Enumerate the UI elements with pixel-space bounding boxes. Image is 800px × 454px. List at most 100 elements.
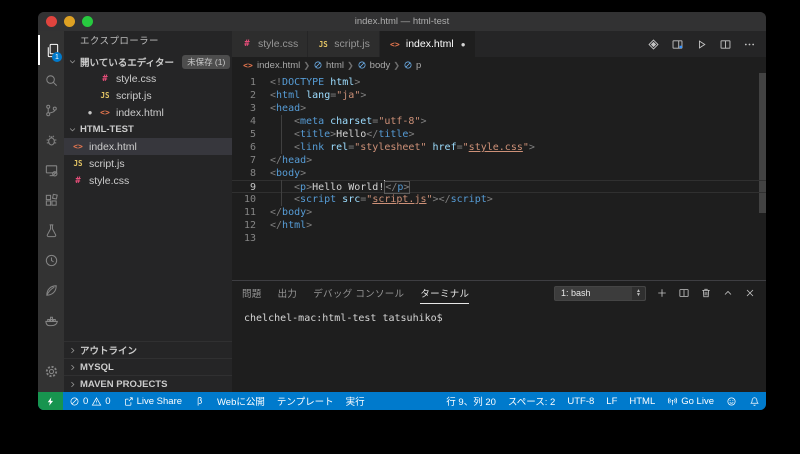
code-line-2[interactable]: 2<html lang="ja"> <box>232 89 766 102</box>
docker-icon <box>44 313 59 328</box>
maximize-panel-icon[interactable] <box>722 287 734 299</box>
bottom-panel: 問題出力デバッグ コンソールターミナル 1: bash ▲▼ chelchel-… <box>232 280 766 392</box>
activity-explorer[interactable]: 1 <box>38 35 64 65</box>
tree-index.html[interactable]: <>index.html <box>64 138 232 155</box>
matching-tag-highlight: </p> <box>385 182 409 193</box>
sidebar-section-アウトライン[interactable]: アウトライン <box>64 341 232 358</box>
activity-search[interactable] <box>38 65 64 95</box>
tab-style.css[interactable]: #style.css <box>232 31 308 57</box>
status-feedback[interactable] <box>720 392 743 410</box>
code-token <box>270 180 294 193</box>
status-live-share-status[interactable]: Live Share <box>117 392 188 410</box>
status-language-mode[interactable]: HTML <box>623 392 661 410</box>
sidebar-section-MAVEN PROJECTS[interactable]: MAVEN PROJECTS <box>64 375 232 392</box>
status-encoding[interactable]: UTF-8 <box>561 392 600 410</box>
kill-terminal-icon[interactable] <box>700 287 712 299</box>
activity-debug[interactable] <box>38 125 64 155</box>
status-label: HTML <box>629 396 655 407</box>
tree-script.js[interactable]: JSscript.js <box>64 155 232 172</box>
status-eol[interactable]: LF <box>600 392 623 410</box>
activity-live-server[interactable] <box>38 275 64 305</box>
code-line-5[interactable]: 5 <title>Hello</title> <box>232 128 766 141</box>
panel-tab-問題[interactable]: 問題 <box>242 282 262 304</box>
css-file-icon: # <box>99 74 111 84</box>
status-label: LF <box>606 396 617 407</box>
file-label: index.html <box>89 141 137 153</box>
breadcrumb-item-p[interactable]: p <box>403 60 421 71</box>
tree-style.css[interactable]: #style.css <box>64 172 232 189</box>
panel-tab-出力[interactable]: 出力 <box>278 282 298 304</box>
breadcrumb-item-body[interactable]: body <box>357 60 391 71</box>
open-editors-header[interactable]: 開いているエディター 未保存 (1) <box>64 53 232 70</box>
panel-tab-ターミナル[interactable]: ターミナル <box>420 282 469 304</box>
status-template-status[interactable]: テンプレート <box>271 392 340 410</box>
code-line-6[interactable]: 6 <link rel="stylesheet" href="style.css… <box>232 141 766 154</box>
status-remote-indicator[interactable] <box>38 392 63 410</box>
settings-gear-icon <box>44 364 59 379</box>
open-editor-script.js[interactable]: JSscript.js <box>64 87 232 104</box>
status-label: 0 <box>83 396 88 407</box>
code-line-12[interactable]: 12</html> <box>232 219 766 232</box>
code-line-11[interactable]: 11</body> <box>232 206 766 219</box>
breadcrumb-label: html <box>326 60 344 71</box>
tab-script.js[interactable]: JSscript.js <box>308 31 380 57</box>
js-file-icon: JS <box>72 159 84 168</box>
status-publish-web-status[interactable]: Webに公開 <box>211 392 271 410</box>
code-token: > <box>306 207 312 218</box>
status-notifications[interactable] <box>743 392 766 410</box>
prettier-icon[interactable] <box>647 38 660 51</box>
folder-header[interactable]: HTML-TEST <box>64 121 232 138</box>
code-token: html <box>282 220 306 231</box>
status-deploy-status[interactable] <box>188 392 211 410</box>
open-editor-index.html[interactable]: ●<>index.html <box>64 104 232 121</box>
breadcrumb-item-index.html[interactable]: <>index.html <box>242 60 300 71</box>
activity-docker[interactable] <box>38 305 64 335</box>
title-bar[interactable]: index.html — html-test <box>38 12 766 31</box>
activity-test-flask[interactable] <box>38 215 64 245</box>
add-terminal-icon[interactable] <box>656 287 668 299</box>
breadcrumb-item-html[interactable]: html <box>313 60 344 71</box>
open-editor-style.css[interactable]: #style.css <box>64 70 232 87</box>
code-token: style.css <box>469 142 523 153</box>
more-actions-icon[interactable] <box>743 38 756 51</box>
code-token: head <box>282 155 306 166</box>
code-token: <! <box>270 77 282 88</box>
open-preview-icon[interactable] <box>671 38 684 51</box>
split-terminal-icon[interactable] <box>678 287 690 299</box>
warning-icon <box>91 396 102 407</box>
activity-clock[interactable] <box>38 245 64 275</box>
activity-settings[interactable] <box>38 356 64 386</box>
code-token: > <box>408 129 414 140</box>
code-line-8[interactable]: 8<body> <box>232 167 766 180</box>
activity-remote-explorer[interactable] <box>38 155 64 185</box>
status-go-live[interactable]: Go Live <box>661 392 720 410</box>
code-editor[interactable]: 1<!DOCTYPE html>2<html lang="ja">3<head>… <box>232 73 766 280</box>
status-problems-status[interactable]: 00 <box>63 392 117 410</box>
run-icon[interactable] <box>695 38 708 51</box>
code-line-3[interactable]: 3<head> <box>232 102 766 115</box>
code-line-7[interactable]: 7</head> <box>232 154 766 167</box>
remote-icon <box>45 396 56 407</box>
close-panel-icon[interactable] <box>744 287 756 299</box>
code-line-13[interactable]: 13 <box>232 232 766 245</box>
code-line-4[interactable]: 4 <meta charset="utf-8"> <box>232 115 766 128</box>
sidebar-section-MYSQL[interactable]: MYSQL <box>64 358 232 375</box>
status-run-status[interactable]: 実行 <box>340 392 371 410</box>
panel-tab-デバッグ コンソール[interactable]: デバッグ コンソール <box>313 282 404 304</box>
shell-select[interactable]: 1: bash ▲▼ <box>554 286 646 301</box>
code-token: lang <box>300 90 330 101</box>
code-line-1[interactable]: 1<!DOCTYPE html> <box>232 76 766 89</box>
code-token: html <box>276 90 300 101</box>
tab-index.html[interactable]: <>index.html● <box>380 31 476 57</box>
modified-dot-icon[interactable]: ● <box>461 40 466 49</box>
split-editor-icon[interactable] <box>719 38 732 51</box>
status-indentation[interactable]: スペース: 2 <box>502 392 561 410</box>
activity-source-control[interactable] <box>38 95 64 125</box>
terminal-output[interactable]: chelchel-mac:html-test tatsuhiko$ <box>232 305 766 392</box>
status-cursor-position[interactable]: 行 9、列 20 <box>440 392 502 410</box>
code-line-10[interactable]: 10 <script src="script.js"></script> <box>232 193 766 206</box>
status-label: Go Live <box>681 396 714 407</box>
activity-extensions[interactable] <box>38 185 64 215</box>
code-line-9[interactable]: 9 <p>Hello World!</p> <box>232 180 766 193</box>
breadcrumb[interactable]: <>index.html❯html❯body❯p <box>232 57 766 73</box>
